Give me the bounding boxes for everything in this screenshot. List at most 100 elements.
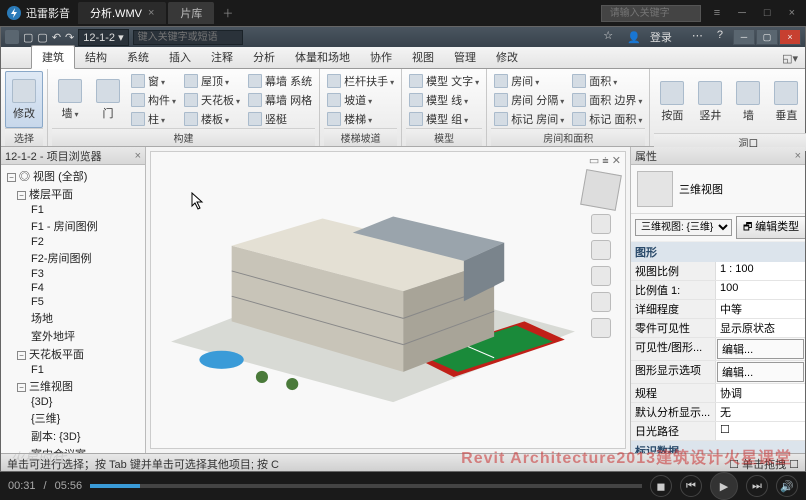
tree-node[interactable]: 室外地坪 (3, 327, 143, 345)
minimize-icon[interactable]: ─ (733, 5, 751, 21)
tree-node[interactable]: F2 (3, 235, 143, 249)
app-menu-button[interactable] (5, 30, 19, 44)
add-tab-button[interactable]: ＋ (216, 3, 239, 23)
qat-redo-icon[interactable]: ↷ (65, 31, 74, 44)
ribbon-tab-体量和场地[interactable]: 体量和场地 (285, 46, 360, 68)
wall-button[interactable]: 墙 (52, 71, 88, 128)
ribbon-tab-插入[interactable]: 插入 (159, 46, 201, 68)
ribbon-btn-模型线[interactable]: 模型 线 (406, 91, 482, 109)
ribbon-tab-协作[interactable]: 协作 (360, 46, 402, 68)
ribbon-btn-竖梃[interactable]: 竖梃 (245, 110, 315, 128)
close-icon[interactable]: × (795, 150, 801, 162)
ribbon-btn-标记房间[interactable]: 标记 房间 (491, 110, 567, 128)
menu-icon[interactable]: ≡ (709, 5, 725, 21)
ribbon-btn-天花板[interactable]: 天花板 (181, 91, 243, 109)
close-icon[interactable]: × (148, 7, 154, 19)
ribbon-tab-分析[interactable]: 分析 (243, 46, 285, 68)
ribbon-tab-结构[interactable]: 结构 (75, 46, 117, 68)
close-icon[interactable]: × (135, 150, 141, 162)
ribbon-tab-修改[interactable]: 修改 (486, 46, 528, 68)
prop-row[interactable]: 图形显示选项编辑... (631, 361, 805, 384)
tree-node[interactable]: 副本: {3D} (3, 427, 143, 445)
player-tab-active[interactable]: 分析.WMV× (78, 2, 166, 24)
tree-node[interactable]: {三维} (3, 409, 143, 427)
tree-node[interactable]: F4 (3, 281, 143, 295)
prop-row[interactable]: 详细程度中等 (631, 300, 805, 319)
ribbon-btn-屋顶[interactable]: 屋顶 (181, 72, 243, 90)
nav-zoom-icon[interactable] (591, 292, 611, 312)
tree-node[interactable]: −◎ 视图 (全部) (3, 167, 143, 185)
help-icon[interactable]: ? (711, 28, 729, 46)
prop-row[interactable]: 日光路径☐ (631, 422, 805, 441)
ribbon-btn-房间[interactable]: 房间 (491, 72, 567, 90)
tree-node[interactable]: F1 (3, 363, 143, 377)
app-minimize-button[interactable]: ─ (733, 29, 755, 45)
viewcube[interactable] (580, 169, 622, 211)
prop-row[interactable]: 零件可见性显示原状态 (631, 319, 805, 338)
tree-node[interactable]: 场地 (3, 309, 143, 327)
ribbon-btn-幕墙系统[interactable]: 幕墙 系统 (245, 72, 315, 90)
close-icon[interactable]: × (784, 5, 800, 21)
prop-row[interactable]: 可见性/图形...编辑... (631, 338, 805, 361)
player-progress[interactable] (90, 484, 642, 488)
ribbon-btn-房间分隔[interactable]: 房间 分隔 (491, 91, 567, 109)
apps-icon[interactable]: ⋯ (686, 28, 709, 46)
maximize-icon[interactable]: □ (759, 5, 776, 21)
stop-button[interactable]: ◼ (650, 475, 672, 497)
ribbon-btn-面积边界[interactable]: 面积 边界 (569, 91, 645, 109)
qat-undo-icon[interactable]: ↶ (52, 31, 61, 44)
nav-wheel-icon[interactable] (591, 240, 611, 260)
view-canvas[interactable]: ▭ ⩧ ✕ (146, 147, 631, 453)
section-graphics[interactable]: 图形 (631, 242, 805, 262)
door-button[interactable]: 门 (90, 71, 126, 128)
ribbon-btn-模型文字[interactable]: 模型 文字 (406, 72, 482, 90)
prev-button[interactable]: ⏮ (680, 475, 702, 497)
player-tab-library[interactable]: 片库 (168, 2, 214, 24)
ribbon-btn-竖井[interactable]: 竖井 (692, 71, 728, 133)
qat-open-icon[interactable]: ▢ (23, 31, 33, 44)
ribbon-btn-窗[interactable]: 窗 (128, 72, 179, 90)
prop-row[interactable]: 视图比例1 : 100 (631, 262, 805, 281)
ribbon-btn-柱[interactable]: 柱 (128, 110, 179, 128)
star-icon[interactable]: ☆ (597, 28, 619, 46)
prop-row[interactable]: 比例值 1:100 (631, 281, 805, 300)
nav-home-icon[interactable] (591, 214, 611, 234)
doc-dropdown[interactable]: 12-1-2 ▾ (78, 29, 128, 46)
volume-button[interactable]: 🔊 (776, 475, 798, 497)
ribbon-btn-墙[interactable]: 墙 (730, 71, 766, 133)
app-maximize-button[interactable]: ▢ (756, 29, 778, 45)
tree-node[interactable]: {3D} (3, 395, 143, 409)
login-button[interactable]: 👤 登录 (621, 28, 684, 46)
ribbon-tab-管理[interactable]: 管理 (444, 46, 486, 68)
ribbon-tab-系统[interactable]: 系统 (117, 46, 159, 68)
tree-node[interactable]: −三维视图 (3, 377, 143, 395)
play-button[interactable]: ▶ (710, 472, 738, 500)
ribbon-btn-坡道[interactable]: 坡道 (324, 91, 397, 109)
edit-type-button[interactable]: 🗗 编辑类型 (736, 216, 805, 239)
prop-row[interactable]: 规程协调 (631, 384, 805, 403)
ribbon-tab-建筑[interactable]: 建筑 (31, 45, 75, 69)
ribbon-btn-构件[interactable]: 构件 (128, 91, 179, 109)
ribbon-btn-标记面积[interactable]: 标记 面积 (569, 110, 645, 128)
player-search-input[interactable] (601, 5, 701, 22)
ribbon-btn-栏杆扶手[interactable]: 栏杆扶手 (324, 72, 397, 90)
ribbon-tab-视图[interactable]: 视图 (402, 46, 444, 68)
nav-orbit-icon[interactable] (591, 318, 611, 338)
app-close-button[interactable]: × (779, 29, 801, 45)
tree-node[interactable]: −天花板平面 (3, 345, 143, 363)
tree-node[interactable]: F2-房间图例 (3, 249, 143, 267)
nav-pan-icon[interactable] (591, 266, 611, 286)
prop-row[interactable]: 默认分析显示...无 (631, 403, 805, 422)
project-browser-tree[interactable]: −◎ 视图 (全部)−楼层平面F1F1 - 房间图例F2F2-房间图例F3F4F… (1, 165, 145, 453)
ribbon-btn-幕墙网格[interactable]: 幕墙 网格 (245, 91, 315, 109)
ribbon-tab-注释[interactable]: 注释 (201, 46, 243, 68)
ribbon-btn-垂直[interactable]: 垂直 (768, 71, 804, 133)
view-menu-icon[interactable]: ▭ ⩧ ✕ (589, 154, 621, 168)
qat-save-icon[interactable]: ▢ (37, 31, 47, 44)
modify-button[interactable]: 修改 (5, 71, 43, 128)
tree-node[interactable]: −楼层平面 (3, 185, 143, 203)
help-search-input[interactable] (133, 30, 243, 45)
ribbon-btn-面积[interactable]: 面积 (569, 72, 645, 90)
ribbon-btn-按面[interactable]: 按面 (654, 71, 690, 133)
tree-node[interactable]: F1 - 房间图例 (3, 217, 143, 235)
